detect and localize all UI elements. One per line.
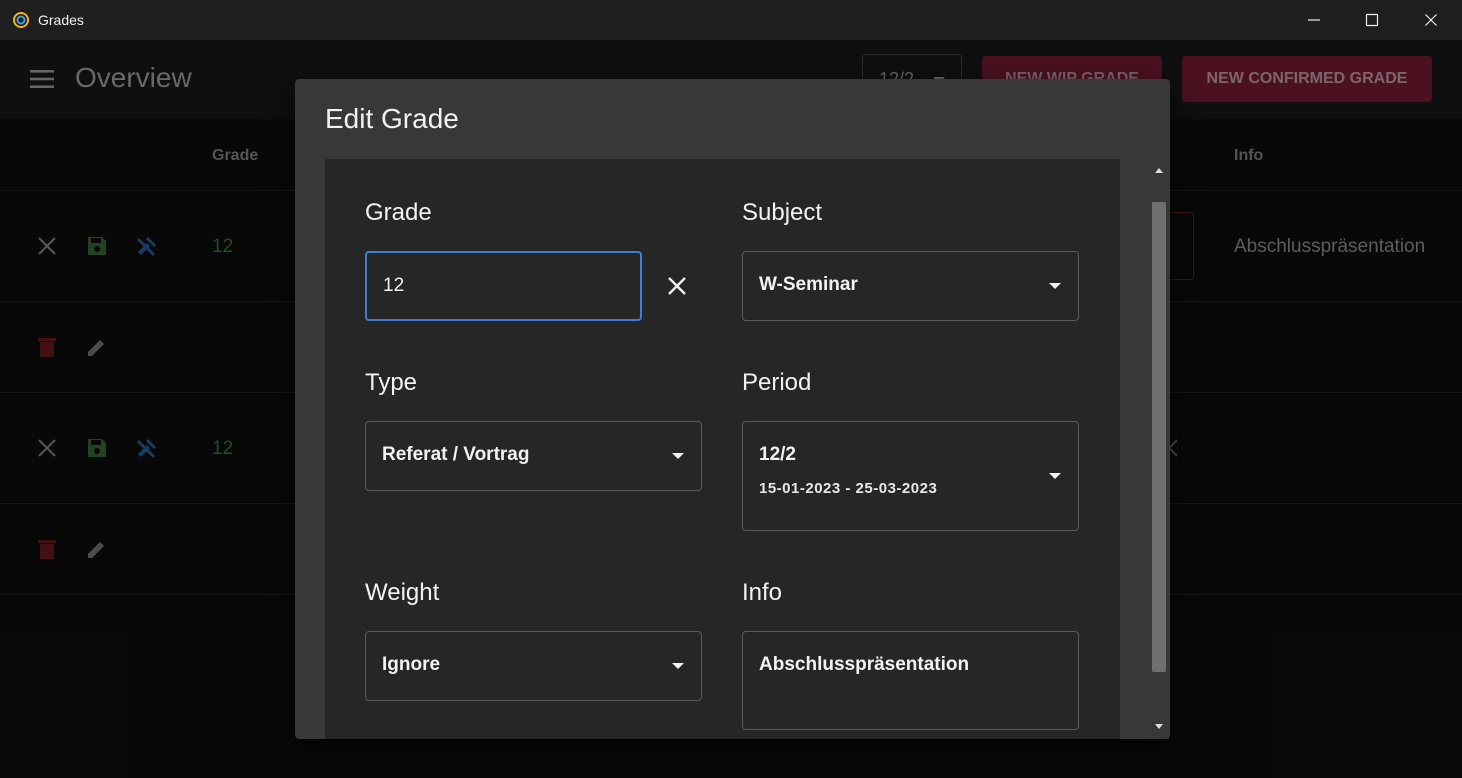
chevron-down-icon [672, 663, 684, 669]
close-icon [1425, 14, 1437, 26]
minimize-button[interactable] [1285, 0, 1343, 40]
edit-grade-dialog: Edit Grade Grade 12 Subject W-Seminar Ty… [295, 79, 1170, 739]
period-select-field[interactable]: 12/2 15-01-2023 - 25-03-2023 [742, 421, 1079, 531]
subject-label: Subject [742, 199, 823, 226]
grade-input-value: 12 [383, 275, 405, 296]
dialog-scrollbar[interactable] [1149, 158, 1169, 739]
type-label: Type [365, 369, 418, 396]
maximize-icon [1365, 13, 1379, 27]
scroll-down-icon[interactable] [1155, 724, 1163, 729]
period-select-value: 12/2 [759, 444, 796, 465]
minimize-icon [1308, 19, 1320, 21]
subject-select[interactable]: W-Seminar [742, 251, 1079, 321]
scroll-up-icon[interactable] [1155, 168, 1163, 173]
info-label: Info [742, 579, 783, 606]
grade-label: Grade [365, 199, 432, 226]
period-label: Period [742, 369, 812, 396]
close-window-button[interactable] [1402, 0, 1460, 40]
window-titlebar: Grades [0, 0, 1462, 40]
subject-select-value: W-Seminar [759, 274, 858, 295]
window-title: Grades [38, 12, 84, 28]
period-date-range: 15-01-2023 - 25-03-2023 [759, 480, 938, 497]
clear-icon[interactable] [665, 274, 689, 298]
info-textarea[interactable]: Abschlusspräsentation [742, 631, 1079, 730]
dialog-title: Edit Grade [325, 103, 459, 134]
chevron-down-icon [672, 453, 684, 459]
type-select[interactable]: Referat / Vortrag [365, 421, 702, 491]
scroll-thumb[interactable] [1152, 202, 1166, 672]
dialog-body: Grade 12 Subject W-Seminar Type Referat … [325, 159, 1120, 739]
info-textarea-value: Abschlusspräsentation [759, 654, 970, 675]
app-logo-icon [13, 12, 29, 28]
weight-select-value: Ignore [382, 654, 441, 675]
chevron-down-icon [1049, 283, 1061, 289]
grade-input[interactable]: 12 [365, 251, 642, 321]
type-select-value: Referat / Vortrag [382, 444, 530, 465]
weight-label: Weight [365, 579, 440, 606]
maximize-button[interactable] [1343, 0, 1401, 40]
chevron-down-icon [1049, 473, 1061, 479]
weight-select[interactable]: Ignore [365, 631, 702, 701]
